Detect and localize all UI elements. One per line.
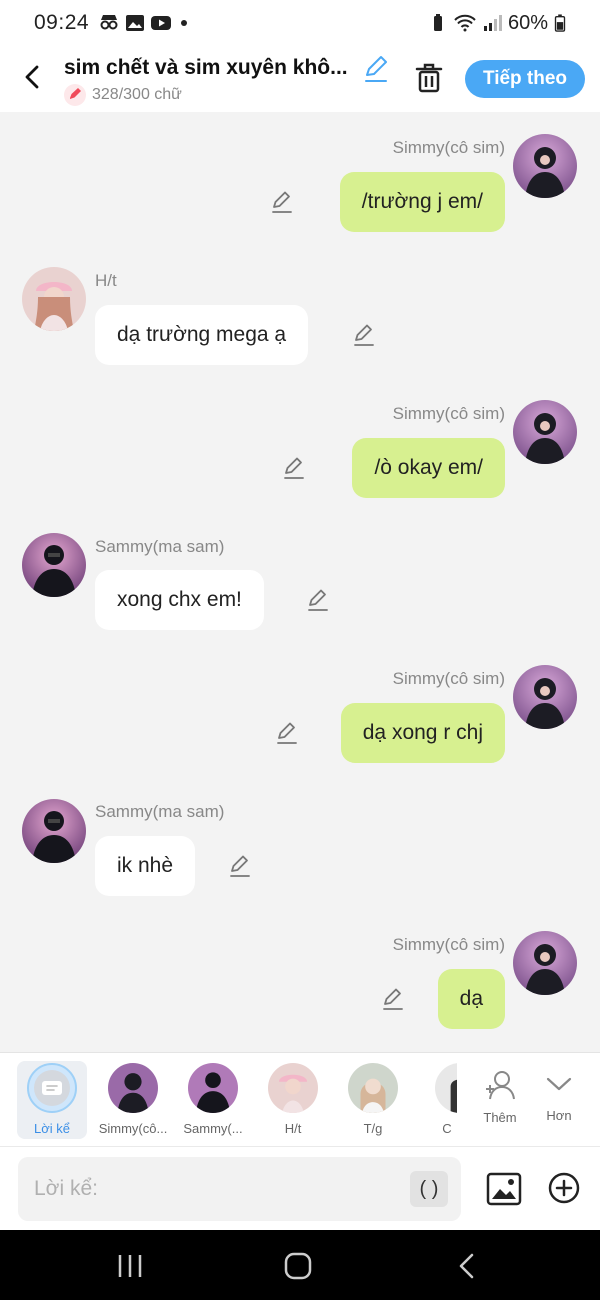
character-name: Sammy(... [183, 1121, 243, 1136]
next-button[interactable]: Tiếp theo [465, 60, 585, 98]
more-button[interactable]: Hơn [529, 1061, 589, 1139]
pencil-badge-icon [64, 84, 86, 106]
message-bubble[interactable]: /ò okay em/ [352, 438, 505, 498]
gallery-icon [126, 15, 145, 31]
youtube-icon [151, 16, 172, 30]
char-count: 328/300 chữ [92, 86, 182, 103]
char-count-row: 328/300 chữ [64, 84, 182, 106]
character-narrator[interactable]: Lời kể [17, 1061, 87, 1139]
status-notification-icons [99, 14, 188, 32]
message-sender: Simmy(cô sim) [392, 404, 505, 423]
signal-icon [483, 15, 502, 31]
message-sender: Simmy(cô sim) [392, 935, 505, 954]
character-bar: Lời kể Simmy(cô... Sammy(... H/t T/g C T… [0, 1052, 600, 1146]
character-ht[interactable]: H/t [253, 1061, 333, 1139]
more-notifications-dot [181, 20, 188, 26]
avatar [188, 1063, 238, 1113]
battery-saver-icon [433, 14, 442, 31]
add-label: Thêm [483, 1110, 517, 1125]
message-bubble[interactable]: dạ xong r chj [340, 703, 505, 763]
parentheses-button[interactable]: ( ) [410, 1171, 448, 1207]
avatar-simmy[interactable] [513, 665, 577, 729]
avatar [268, 1063, 318, 1113]
add-character-button[interactable]: Thêm [470, 1061, 530, 1139]
avatar [108, 1063, 158, 1113]
add-icon[interactable] [548, 1172, 580, 1204]
message-sender: Sammy(ma sam) [95, 537, 225, 556]
edit-message-icon[interactable] [306, 588, 330, 612]
edit-message-icon[interactable] [270, 190, 294, 214]
edit-message-icon[interactable] [275, 721, 299, 745]
edit-title-icon[interactable] [362, 55, 390, 83]
editor-header: sim chết và sim xuyên khô... 328/300 chữ… [0, 46, 600, 112]
system-nav-bar [0, 1230, 600, 1300]
character-tg[interactable]: T/g [333, 1061, 413, 1139]
status-bar: 09:24 60% [0, 0, 600, 46]
character-simmy[interactable]: Simmy(cô... [93, 1061, 173, 1139]
character-name: T/g [363, 1121, 383, 1136]
battery-icon [554, 14, 566, 32]
input-bar: Lời kể: ( ) [0, 1146, 600, 1230]
message-sender: Sammy(ma sam) [95, 802, 225, 821]
character-name: Simmy(cô... [98, 1121, 168, 1136]
narration-input[interactable]: Lời kể: [18, 1157, 461, 1221]
character-name: Lời kể [34, 1121, 70, 1136]
image-icon[interactable] [486, 1172, 522, 1206]
back-icon[interactable] [18, 62, 48, 92]
message-bubble[interactable]: xong chx em! [95, 570, 264, 630]
avatar-sammy[interactable] [22, 799, 86, 863]
more-label: Hơn [546, 1108, 572, 1123]
avatar-sammy[interactable] [22, 533, 86, 597]
edit-message-icon[interactable] [381, 987, 405, 1011]
message-bubble[interactable]: dạ [437, 969, 505, 1029]
trash-icon[interactable] [414, 62, 444, 94]
system-back-icon[interactable] [452, 1252, 482, 1280]
message-bubble[interactable]: ik nhè [95, 836, 196, 896]
message-bubble[interactable]: /trường j em/ [339, 172, 505, 232]
message-sender: Simmy(cô sim) [392, 138, 505, 157]
incognito-icon [100, 15, 118, 30]
narrator-icon [27, 1063, 77, 1113]
avatar-ht[interactable] [22, 267, 86, 331]
home-icon[interactable] [283, 1252, 313, 1280]
edit-message-icon[interactable] [228, 854, 252, 878]
recent-apps-icon[interactable] [115, 1252, 145, 1280]
edit-message-icon[interactable] [282, 456, 306, 480]
character-c[interactable]: C [413, 1061, 457, 1139]
edit-message-icon[interactable] [352, 323, 376, 347]
avatar-simmy[interactable] [513, 931, 577, 995]
status-time: 09:24 [34, 11, 90, 34]
chat-area: Simmy(cô sim) /trường j em/ H/t dạ trườn… [0, 112, 600, 1052]
character-sammy[interactable]: Sammy(... [173, 1061, 253, 1139]
message-bubble[interactable]: dạ trường mega ạ [95, 305, 309, 365]
avatar-simmy[interactable] [513, 134, 577, 198]
message-sender: Simmy(cô sim) [392, 669, 505, 688]
avatar-simmy[interactable] [513, 400, 577, 464]
add-person-icon [486, 1071, 515, 1100]
message-sender: H/t [95, 271, 117, 290]
avatar [348, 1063, 398, 1113]
story-title[interactable]: sim chết và sim xuyên khô... [64, 56, 364, 80]
avatar [435, 1063, 457, 1113]
character-name: H/t [284, 1121, 302, 1136]
character-name: C [442, 1121, 452, 1136]
wifi-icon [454, 14, 476, 32]
chevron-down-icon [546, 1077, 572, 1091]
battery-percent: 60% [507, 11, 548, 34]
